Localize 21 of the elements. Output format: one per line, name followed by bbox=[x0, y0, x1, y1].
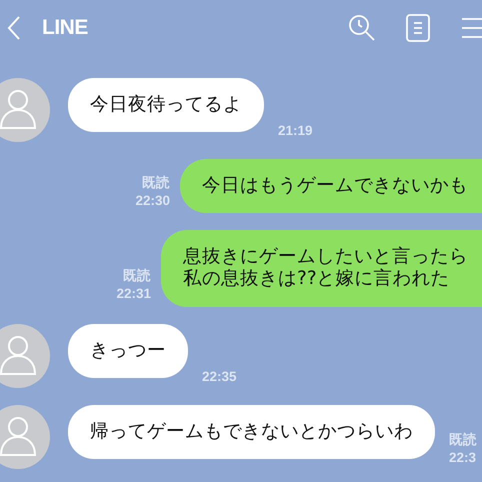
menu-icon[interactable] bbox=[460, 16, 482, 40]
read-label: 既読 bbox=[141, 174, 170, 192]
message-bubble: 息抜きにゲームしたいと言ったら 私の息抜きは??と嫁に言われた bbox=[161, 230, 482, 307]
chat-title: LINE bbox=[42, 14, 88, 41]
avatar-icon[interactable] bbox=[0, 404, 50, 469]
timestamp: 22:31 bbox=[116, 285, 151, 303]
avatar-icon[interactable] bbox=[0, 324, 50, 388]
read-label: 既読 bbox=[122, 267, 151, 286]
notes-icon[interactable] bbox=[406, 14, 430, 42]
timestamp: 22:35 bbox=[202, 368, 237, 386]
timestamp: 22:3 bbox=[449, 449, 477, 467]
avatar-icon[interactable] bbox=[0, 78, 50, 142]
message-bubble: 帰ってゲームもできないとかつらいわ bbox=[68, 404, 435, 459]
timestamp: 21:19 bbox=[278, 122, 313, 140]
back-icon[interactable] bbox=[6, 14, 22, 40]
search-icon[interactable] bbox=[348, 14, 376, 42]
message-bubble: きっつー bbox=[68, 324, 188, 378]
read-label: 既読 bbox=[449, 431, 477, 450]
timestamp: 22:30 bbox=[135, 192, 170, 210]
message-bubble: 今日夜待ってるよ bbox=[68, 78, 264, 132]
message-bubble: 今日はもうゲームできないかも bbox=[180, 159, 482, 214]
